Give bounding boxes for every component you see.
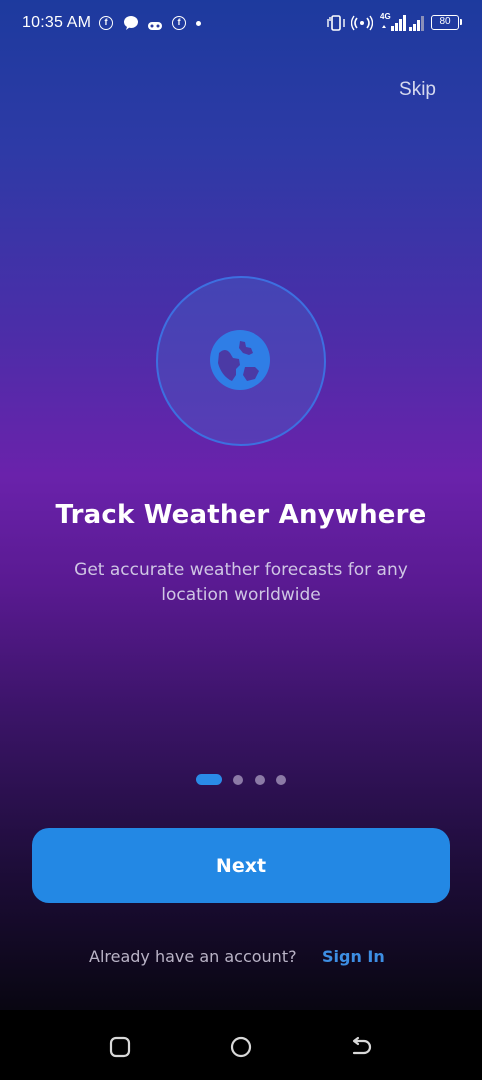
signal-icon-2: [407, 14, 427, 36]
status-bar: 10:35 AM f f 4G 80: [0, 0, 482, 48]
vibrate-icon: [326, 14, 346, 36]
onboarding-description: Get accurate weather forecasts for any l…: [74, 560, 408, 605]
facebook-icon: f: [99, 16, 113, 30]
page-indicator-dot: [233, 775, 243, 785]
messenger-icon: [123, 15, 139, 35]
navigation-bar: [0, 1010, 482, 1080]
status-time: 10:35 AM: [22, 14, 92, 31]
home-icon[interactable]: [230, 1036, 252, 1058]
globe-icon: [210, 330, 270, 390]
hotspot-icon: [350, 14, 374, 36]
onboarding-title: Track Weather Anywhere: [55, 500, 427, 530]
facebook-icon: f: [172, 16, 186, 30]
onboarding-screen: 10:35 AM f f 4G 80 Skip Track Weather An…: [0, 0, 482, 1080]
page-indicator-dot: [276, 775, 286, 785]
skip-button[interactable]: Skip: [399, 79, 436, 101]
page-indicator-dot: [255, 775, 265, 785]
dot-icon: [196, 21, 201, 26]
signal-icon: [380, 14, 406, 36]
battery-icon: 80: [431, 15, 462, 30]
next-button[interactable]: Next: [32, 828, 450, 903]
account-prompt: Already have an account?: [89, 947, 297, 966]
page-indicator-dot-active: [196, 774, 222, 785]
gamepad-icon: [147, 17, 163, 36]
back-icon[interactable]: [350, 1036, 372, 1058]
sign-in-link[interactable]: Sign In: [322, 947, 385, 966]
recent-apps-icon[interactable]: [109, 1036, 131, 1058]
